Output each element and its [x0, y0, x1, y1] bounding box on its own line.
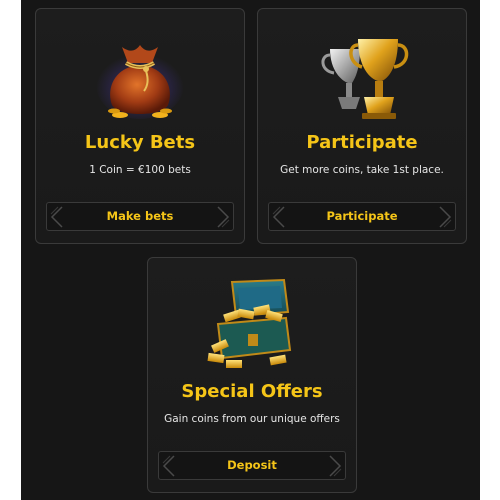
participate-button[interactable]: Participate [268, 202, 456, 231]
make-bets-button[interactable]: Make bets [46, 202, 234, 231]
trophy-icon [321, 39, 409, 119]
corner-decoration-icon [329, 455, 342, 477]
corner-decoration-icon [50, 206, 63, 228]
deposit-button[interactable]: Deposit [158, 451, 346, 480]
lucky-bets-card: Lucky Bets 1 Coin = €100 bets Make bets [35, 8, 245, 244]
card-title: Participate [306, 132, 418, 153]
make-bets-label: Make bets [106, 209, 174, 223]
participate-card: Participate Get more coins, take 1st pla… [257, 8, 467, 244]
card-subtitle: 1 Coin = €100 bets [89, 164, 191, 176]
card-subtitle: Get more coins, take 1st place. [280, 164, 444, 176]
deposit-label: Deposit [227, 458, 277, 472]
corner-decoration-icon [272, 206, 285, 228]
money-bag-icon [96, 45, 184, 119]
card-subtitle: Gain coins from our unique offers [164, 413, 340, 425]
treasure-chest-icon [207, 278, 292, 368]
card-title: Lucky Bets [84, 132, 196, 153]
participate-label: Participate [326, 209, 398, 223]
promo-panel: Lucky Bets 1 Coin = €100 bets Make bets [21, 0, 480, 500]
card-title: Special Offers [181, 381, 323, 402]
special-offers-card: Special Offers Gain coins from our uniqu… [147, 257, 357, 493]
corner-decoration-icon [162, 455, 175, 477]
corner-decoration-icon [217, 206, 230, 228]
corner-decoration-icon [439, 206, 452, 228]
